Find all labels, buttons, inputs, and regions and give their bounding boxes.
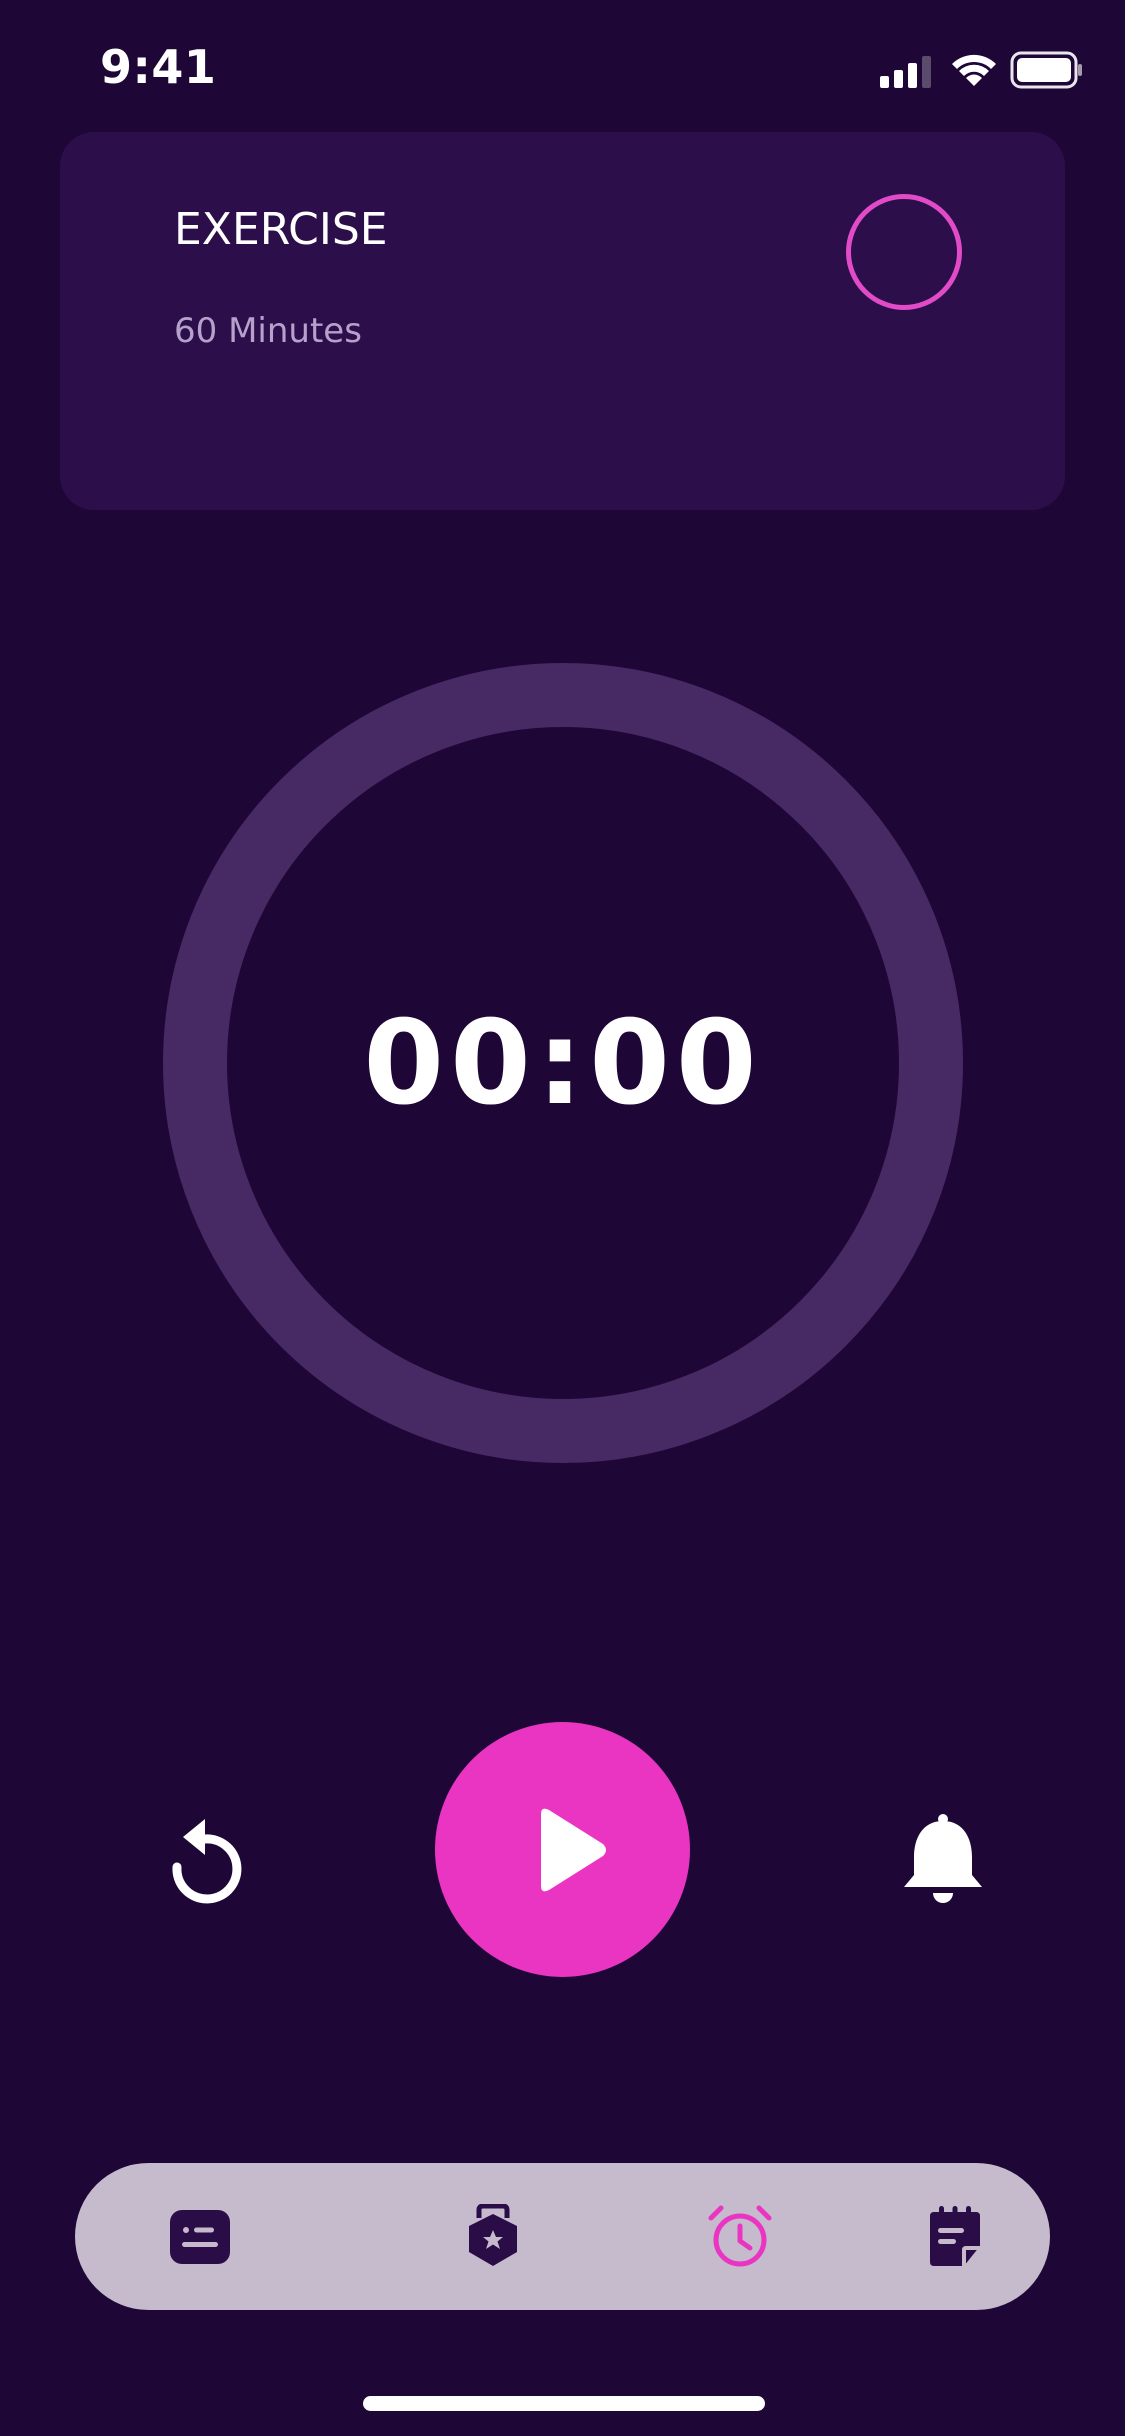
wifi-icon xyxy=(952,54,996,86)
tab-badges[interactable] xyxy=(453,2197,533,2277)
notification-bell-button[interactable] xyxy=(893,1806,993,1916)
status-time: 9:41 xyxy=(100,40,217,94)
task-complete-checkbox[interactable] xyxy=(846,194,962,310)
tab-tasks[interactable] xyxy=(160,2197,240,2277)
tab-bar xyxy=(75,2163,1050,2310)
task-card[interactable]: EXERCISE 60 Minutes xyxy=(60,132,1065,510)
task-title: EXERCISE xyxy=(174,204,388,255)
cellular-signal-icon xyxy=(880,56,931,88)
alarm-clock-icon xyxy=(708,2205,772,2267)
battery-icon xyxy=(1010,51,1082,89)
status-icons xyxy=(880,50,1085,90)
tasks-icon xyxy=(170,2210,230,2264)
timer-screen: 9:41 EXERCISE 60 Minutes 00:00 xyxy=(0,0,1125,2436)
task-duration: 60 Minutes xyxy=(174,311,362,351)
home-indicator xyxy=(363,2396,765,2411)
tab-timer[interactable] xyxy=(700,2197,780,2277)
timer-display: 00:00 xyxy=(363,995,763,1131)
tab-notes[interactable] xyxy=(915,2197,995,2277)
badge-icon xyxy=(469,2204,517,2266)
reset-button[interactable] xyxy=(155,1810,255,1910)
play-icon xyxy=(540,1808,606,1891)
bell-icon xyxy=(904,1814,982,1903)
play-button[interactable] xyxy=(435,1722,690,1977)
notepad-icon xyxy=(930,2206,980,2266)
reset-icon xyxy=(172,1819,242,1904)
